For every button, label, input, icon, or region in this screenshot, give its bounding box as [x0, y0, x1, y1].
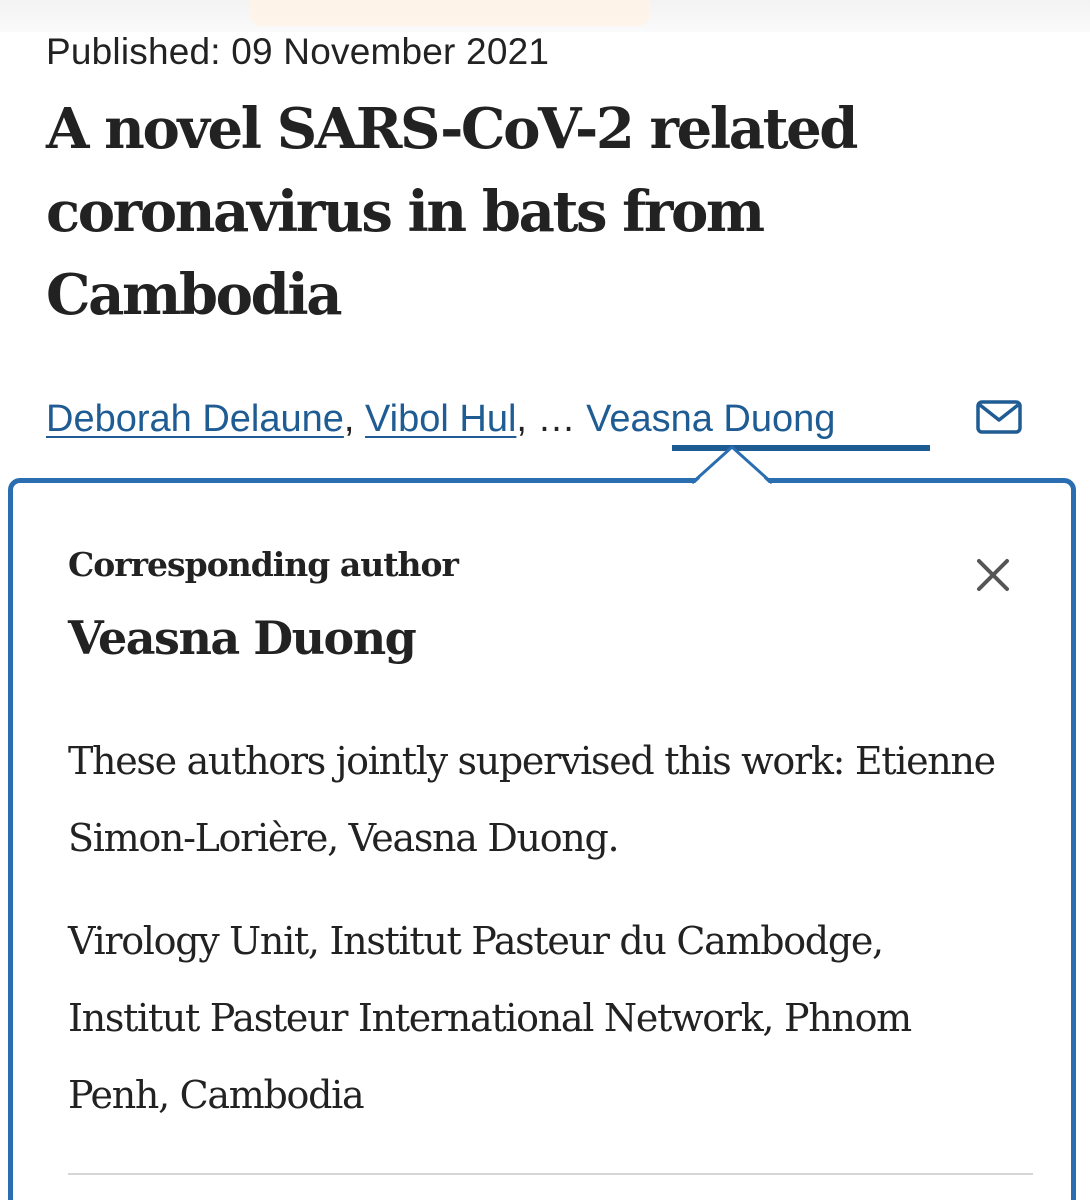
popup-pointer	[692, 444, 772, 486]
author-affiliation: Virology Unit, Institut Pasteur du Cambo…	[68, 919, 912, 1117]
mail-icon[interactable]	[976, 400, 1022, 434]
popup-author-name: Veasna Duong	[68, 611, 417, 665]
author-link-deborah-delaune[interactable]: Deborah Delaune	[46, 398, 344, 440]
popup-label: Corresponding author	[68, 545, 459, 584]
author-ellipsis: , …	[516, 398, 587, 440]
author-list: Deborah Delaune, Vibol Hul, … Veasna Duo…	[46, 398, 835, 441]
corresponding-author-popup: Corresponding author Veasna Duong These …	[8, 478, 1076, 1200]
close-icon[interactable]	[973, 555, 1013, 595]
author-separator: ,	[343, 398, 366, 440]
joint-supervision-note: These authors jointly supervised this wo…	[68, 739, 996, 860]
published-date: Published: 09 November 2021	[46, 31, 550, 72]
divider	[68, 1173, 1033, 1175]
top-bar	[0, 0, 1090, 32]
top-bar-highlight	[250, 0, 650, 26]
author-link-veasna-duong[interactable]: Veasna Duong	[586, 398, 835, 440]
article-title: A novel SARS-CoV-2 related coronavirus i…	[46, 96, 858, 328]
author-link-vibol-hul[interactable]: Vibol Hul	[365, 398, 516, 440]
